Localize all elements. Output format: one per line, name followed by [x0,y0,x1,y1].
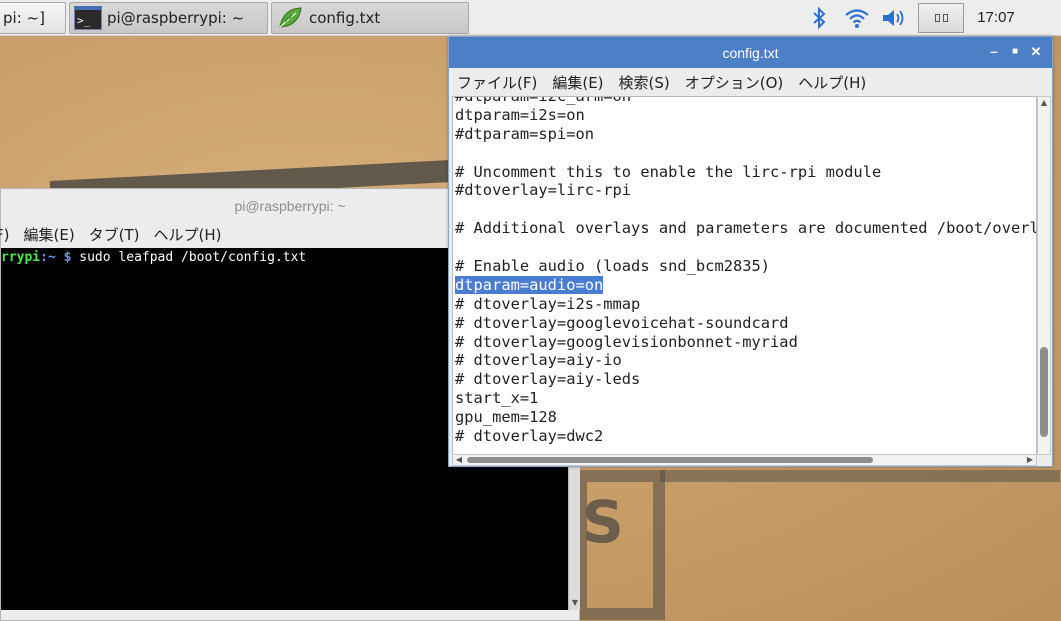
scroll-down-arrow-icon[interactable]: ▼ [570,598,580,608]
editor-window[interactable]: config.txt ‒ ■ ✕ ファイル(F) 編集(E) 検索(S) オプシ… [448,36,1053,467]
editor-line: # Enable audio (loads snd_bcm2835) [455,257,1036,276]
editor-line: gpu_mem=128 [455,408,1036,427]
editor-line: dtparam=i2s=on [455,105,1036,125]
horizontal-scroll-thumb[interactable] [467,457,873,463]
menu-search[interactable]: 検索(S) [619,72,670,93]
line-text: # Enable audio (loads snd_bcm2835) [455,257,771,276]
editor-lines: #dtparam=i2c_arm=on dtparam=i2s=on #dtpara… [455,96,1036,446]
close-icon[interactable]: ✕ [1029,45,1043,59]
line-text: # dtoverlay=aiy-io [455,351,622,370]
menu-help[interactable]: ヘルプ(H) [154,224,222,245]
maximize-icon[interactable]: ■ [1008,45,1022,59]
editor-menubar: ファイル(F) 編集(E) 検索(S) オプション(O) ヘルプ(H) [449,68,1052,96]
menu-help[interactable]: ヘルプ(H) [798,72,866,93]
wifi-icon[interactable] [842,0,872,36]
menu-options[interactable]: オプション(O) [685,72,784,93]
selected-text: dtparam=audio=on [455,275,604,294]
editor-line: #dtparam=i2c_arm=on [455,96,1036,106]
prompt-user: rrypi [1,250,41,265]
minimize-icon[interactable]: ‒ [987,45,1001,59]
wallpaper-letter: S [582,488,624,556]
line-text: #dtparam=i2c_arm=on [455,96,632,105]
menu-edit[interactable]: 編集(E) [23,224,74,245]
editor-line: # dtoverlay=dwc2 [455,427,1036,446]
line-text: #dtoverlay=lirc-rpi [455,181,632,200]
editor-line: start_x=1 [455,389,1036,408]
scroll-left-arrow-icon[interactable]: ◀ [454,455,464,465]
editor-line: # Additional overlays and parameters are… [455,219,1036,238]
line-text: # dtoverlay=dwc2 [455,427,604,446]
taskbar: pi: ~] >_ pi@raspberrypi: ~ config.txt 1… [0,0,1061,36]
line-text: # dtoverlay=googlevoicehat-soundcard [455,313,789,332]
vertical-scroll-thumb[interactable] [1040,347,1048,437]
taskbar-item-label: pi@raspberrypi: ~ [107,9,245,27]
menu-file[interactable]: F) [0,226,9,244]
line-text: # dtoverlay=i2s-mmap [455,294,641,313]
line-text: # Additional overlays and parameters are… [455,219,1036,238]
taskbar-item-config[interactable]: config.txt [271,2,469,34]
editor-line: # dtoverlay=googlevisionbonnet-myriad [455,332,1036,352]
scroll-up-arrow-icon[interactable]: ▲ [1039,98,1049,108]
prompt-path: :~ $ [40,250,72,265]
menu-file[interactable]: ファイル(F) [457,72,537,93]
menu-tabs[interactable]: タブ(T) [89,224,140,245]
menu-edit[interactable]: 編集(E) [552,72,603,93]
taskbar-item-terminal-2[interactable]: >_ pi@raspberrypi: ~ [69,2,268,34]
editor-line: # dtoverlay=googlevoicehat-soundcard [455,313,1036,333]
editor-line: # dtoverlay=aiy-leds [455,370,1036,389]
taskbar-item-label: config.txt [309,9,381,27]
scroll-right-arrow-icon[interactable]: ▶ [1025,455,1035,465]
cpu-monitor-icon[interactable] [918,3,964,33]
terminal-command: sudo leafpad /boot/config.txt [71,250,307,265]
editor-text-area[interactable]: #dtparam=i2c_arm=on dtparam=i2s=on #dtpara… [452,96,1037,455]
editor-line: # Uncomment this to enable the lirc-rpi … [455,162,1036,182]
taskbar-item-label: pi: ~] [3,9,45,27]
line-text: start_x=1 [455,389,539,408]
editor-title: config.txt [722,45,779,61]
taskbar-item-terminal-1[interactable]: pi: ~] [0,2,66,34]
bluetooth-icon[interactable] [806,0,832,36]
editor-vertical-scrollbar[interactable]: ▲ [1037,96,1051,455]
editor-line: # dtoverlay=aiy-io [455,351,1036,370]
line-text: dtparam=i2s=on [455,105,585,124]
line-text: # Uncomment this to enable the lirc-rpi … [455,162,882,181]
terminal-icon: >_ [73,5,103,31]
editor-line: # dtoverlay=i2s-mmap [455,294,1036,314]
line-text: # dtoverlay=aiy-leds [455,370,641,389]
clock[interactable]: 17:07 [966,0,1026,36]
volume-icon[interactable] [878,0,910,36]
line-text: #dtparam=spi=on [455,124,594,143]
leafpad-icon [275,5,305,31]
line-text: gpu_mem=128 [455,408,557,427]
editor-horizontal-scrollbar[interactable]: ◀ ▶ [452,454,1037,466]
editor-line: #dtparam=spi=on [455,124,1036,144]
line-text: # dtoverlay=googlevisionbonnet-myriad [455,332,798,351]
wallpaper-stripe [660,470,1060,482]
editor-line: dtparam=audio=on [455,275,1036,295]
editor-line: #dtoverlay=lirc-rpi [455,181,1036,200]
editor-titlebar[interactable]: config.txt ‒ ■ ✕ [449,37,1052,68]
